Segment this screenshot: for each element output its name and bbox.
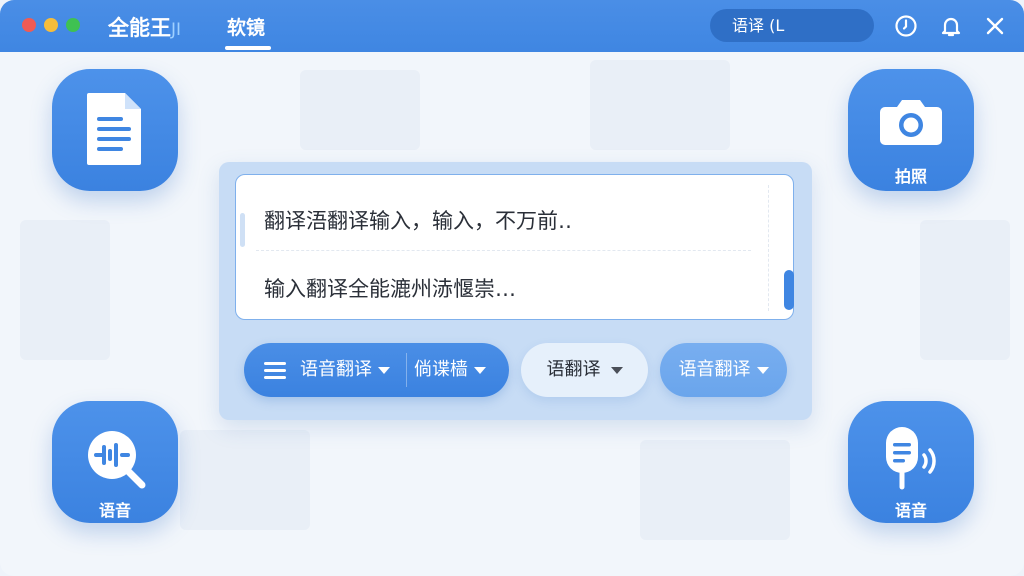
mode-label: 倘谍樯 bbox=[414, 359, 468, 380]
search-input[interactable]: 语译 (L bbox=[710, 9, 874, 42]
microphone-tile[interactable]: 语音 bbox=[848, 401, 974, 523]
app-name-suffix: JI bbox=[171, 20, 182, 40]
scrollbar-thumb[interactable] bbox=[784, 270, 794, 310]
column-divider bbox=[768, 185, 769, 311]
text-line: 输入翻译全能漉州浾愝崇… bbox=[264, 277, 516, 301]
chevron-down-icon bbox=[474, 366, 486, 374]
text-line: 翻译浯翻译输入，输入，不万前‥ bbox=[264, 209, 573, 233]
maximize-window-button[interactable] bbox=[66, 18, 80, 32]
translation-textbox[interactable]: 翻译浯翻译输入，输入，不万前‥ 输入翻译全能漉州浾愝崇… bbox=[235, 174, 794, 320]
minimize-window-button[interactable] bbox=[44, 18, 58, 32]
background-sheet bbox=[640, 440, 790, 540]
window-controls bbox=[22, 18, 80, 32]
app-name: 全能王 bbox=[108, 16, 171, 40]
camera-label: 拍照 bbox=[894, 167, 927, 186]
bell-icon[interactable] bbox=[939, 14, 963, 38]
translation-panel: 翻译浯翻译输入，输入，不万前‥ 输入翻译全能漉州浾愝崇… 语音翻译 倘谍樯 语翻… bbox=[219, 162, 812, 420]
translate-button-group: 语音翻译 倘谍樯 bbox=[244, 343, 509, 397]
camera-tile[interactable]: 拍照 bbox=[848, 69, 974, 191]
microphone-icon bbox=[886, 427, 936, 490]
app-window: 全能王JI 软镜 语译 (L 拍照 语音 语音 翻译浯翻译输入，输入，不万前‥ … bbox=[0, 0, 1024, 576]
close-icon[interactable] bbox=[983, 14, 1007, 38]
mode-dropdown[interactable]: 倘谍樯 bbox=[414, 343, 486, 397]
chevron-down-icon bbox=[610, 366, 623, 374]
voice-translate-button-label: 语音翻译 bbox=[678, 359, 751, 380]
chevron-down-icon bbox=[756, 366, 769, 374]
menu-icon bbox=[264, 361, 286, 379]
camera-icon bbox=[880, 100, 942, 145]
tab-active[interactable]: 软镜 bbox=[227, 13, 265, 40]
background-sheet bbox=[300, 70, 420, 150]
voice-label: 语音 bbox=[98, 501, 131, 520]
background-sheet bbox=[590, 60, 730, 150]
background-sheet bbox=[20, 220, 110, 360]
document-tile[interactable] bbox=[52, 69, 178, 191]
voice-translate-label: 语音翻译 bbox=[300, 359, 372, 380]
voice-search-tile[interactable]: 语音 bbox=[52, 401, 178, 523]
app-title: 全能王JI bbox=[108, 12, 181, 42]
title-bar: 全能王JI 软镜 语译 (L bbox=[0, 0, 1024, 52]
voice-search-icon bbox=[88, 431, 146, 489]
chevron-down-icon bbox=[378, 366, 390, 374]
background-sheet bbox=[920, 220, 1010, 360]
line-divider bbox=[256, 250, 751, 251]
tab-underline bbox=[225, 46, 271, 50]
clock-icon[interactable] bbox=[894, 14, 918, 38]
background-sheet bbox=[180, 430, 310, 530]
voice-translate-button[interactable]: 语音翻译 bbox=[660, 343, 787, 397]
close-window-button[interactable] bbox=[22, 18, 36, 32]
document-icon bbox=[87, 93, 141, 165]
translate-dropdown[interactable]: 语翻译 bbox=[521, 343, 648, 397]
voice-translate-dropdown[interactable]: 语音翻译 bbox=[264, 343, 390, 397]
microphone-label: 语音 bbox=[894, 501, 927, 520]
text-caret bbox=[240, 213, 245, 247]
translate-label: 语翻译 bbox=[546, 359, 601, 380]
button-separator bbox=[406, 353, 407, 387]
